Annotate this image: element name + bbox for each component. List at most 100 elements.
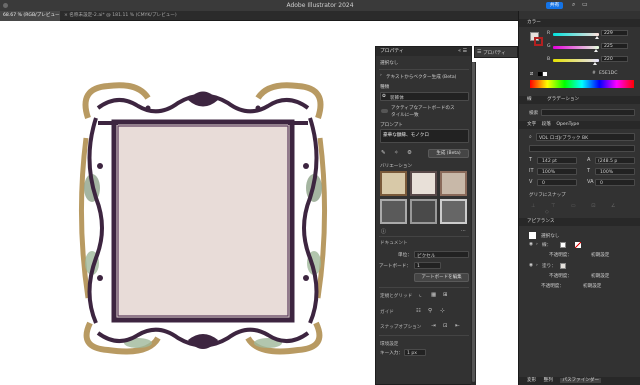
search-icon[interactable]: ⌕ [572, 1, 575, 9]
eye-icon[interactable]: ◉ [529, 242, 533, 247]
color-panel-header: カラー [519, 19, 640, 27]
properties-scroll-thumb[interactable] [472, 62, 475, 382]
r-slider-thumb[interactable] [595, 36, 599, 39]
properties-panel-title: プロパティ [376, 47, 471, 56]
settings-icon[interactable]: ⚙ [407, 150, 412, 156]
ornate-frame-artwork[interactable] [78, 78, 328, 358]
match-artboard-label-2: タイルに一致 [391, 113, 419, 118]
stroke-swatch[interactable] [534, 37, 543, 46]
b-input[interactable]: 220 [601, 56, 628, 62]
preferences-label: 環境設定 [380, 342, 399, 347]
generate-button[interactable]: 生成 (Beta) [428, 149, 469, 158]
tab-document-1[interactable]: 68.67 % (RGB/プレビュー) [0, 11, 60, 21]
font-style-dropdown[interactable] [529, 145, 635, 152]
snap-proximity-icon[interactable]: ⊡ [591, 203, 595, 209]
tab-transform[interactable]: 変形 [527, 378, 536, 383]
ruler-icon[interactable]: ⌞ [419, 292, 422, 298]
tracking-input[interactable]: 0 [595, 179, 635, 186]
guides-lock-icon[interactable]: ⚲ [428, 308, 432, 314]
snap-point-icon[interactable]: ⇥ [431, 323, 436, 329]
match-artboard-toggle[interactable] [381, 109, 388, 113]
snap-options-label: スナップオプション [380, 325, 422, 330]
artboard-dropdown[interactable]: 1 [414, 262, 441, 269]
guides-label: ガイド [380, 310, 394, 315]
white-swatch[interactable] [543, 72, 547, 76]
smart-guides-icon[interactable]: ⊹ [440, 308, 445, 314]
eye-icon[interactable]: ◉ [529, 263, 533, 268]
glyph-snap-buttons: ⊥ ⊤ ▭ ⊡ ∠ ◇ [531, 203, 631, 215]
chevron-down-icon[interactable]: › [380, 73, 382, 78]
more-icon[interactable]: ⋯ [461, 228, 466, 234]
appearance-fill-swatch[interactable] [560, 263, 566, 269]
opacity3-value[interactable]: 初期設定 [583, 283, 601, 289]
secondary-properties-tab[interactable]: ☰ プロパティ [474, 46, 518, 58]
opacity2-value[interactable]: 初期設定 [591, 273, 609, 279]
info-icon[interactable]: ⓘ [381, 228, 386, 235]
variation-thumbnail[interactable] [440, 171, 467, 196]
r-slider[interactable] [553, 33, 599, 36]
leading-input[interactable]: (248.5 p [595, 157, 635, 164]
g-slider[interactable] [553, 46, 599, 49]
vertical-scale-input[interactable]: 100% [537, 168, 577, 175]
tab-stroke[interactable]: 線 [527, 97, 532, 102]
rulers-grids-label: 定規とグリッド [380, 294, 413, 299]
g-slider-thumb[interactable] [594, 49, 598, 52]
font-family-dropdown[interactable]: VDL ロゴJrブラック BK [536, 133, 635, 141]
grid-icon[interactable]: ▦ [431, 292, 436, 298]
font-size-icon: T [529, 157, 533, 163]
tab-paragraph[interactable]: 段落 [542, 122, 551, 127]
char-search-field[interactable] [541, 109, 635, 116]
b-slider-thumb[interactable] [593, 62, 597, 65]
horizontal-scale-input[interactable]: 100% [595, 168, 635, 175]
kerning-input[interactable]: 0 [537, 179, 577, 186]
variation-thumbnail[interactable] [410, 171, 437, 196]
black-swatch[interactable] [538, 72, 542, 76]
hex-value[interactable]: E5E1DC [599, 71, 617, 76]
none-swatch-icon[interactable]: ⧄ [530, 71, 533, 77]
share-button[interactable]: 共有 [546, 2, 563, 9]
collapse-icon[interactable]: « ☰ [458, 48, 467, 54]
search-icon[interactable]: ⌕ [529, 134, 532, 140]
disclosure-icon[interactable]: › [536, 263, 538, 268]
snap-xheight-icon[interactable]: ⊤ [551, 203, 555, 209]
type-dropdown[interactable]: ✿ 装飾体 [380, 92, 469, 101]
app-title: Adobe Illustrator 2024 [286, 2, 354, 9]
tab-character[interactable]: 文字 [527, 122, 536, 127]
g-input[interactable]: 225 [601, 43, 628, 49]
pixel-grid-icon[interactable]: ⊞ [443, 292, 448, 298]
snap-glyph-bounds-icon[interactable]: ▭ [571, 203, 576, 209]
key-increment-input[interactable]: 1 px [404, 349, 426, 356]
snap-glyph-icon[interactable]: ⇤ [455, 323, 460, 329]
unit-dropdown[interactable]: ピクセル [414, 251, 469, 259]
edit-artboard-button[interactable]: アートボードを編集 [414, 273, 469, 282]
opacity1-value[interactable]: 初期設定 [591, 252, 609, 258]
bottom-tabs: 変形 整列 パスファインダー [519, 377, 640, 385]
variation-thumbnail[interactable] [440, 199, 467, 224]
appearance-stroke-none[interactable] [575, 242, 581, 248]
workspace-icon[interactable]: ▭ [582, 1, 588, 8]
snap-anchor-icon[interactable]: ◇ [545, 209, 549, 215]
font-size-input[interactable]: 142 pt [537, 157, 577, 164]
horizontal-scale-icon: T [587, 168, 591, 174]
guides-show-icon[interactable]: ☷ [416, 308, 421, 314]
snap-angular-icon[interactable]: ∠ [611, 203, 615, 209]
color-spectrum[interactable] [530, 80, 634, 88]
text-to-vector-header[interactable]: テキストからベクター生成 (Beta) [386, 74, 456, 80]
prompt-input[interactable]: 豪華な額縁、モノクロ [380, 129, 469, 143]
snap-pixel-icon[interactable]: ⊡ [443, 323, 448, 329]
tab-document-2[interactable]: × 名称未設定-2.ai* @ 181.11 % (CMYK/プレビュー) [61, 11, 241, 21]
variation-thumbnail[interactable] [380, 199, 407, 224]
snap-baseline-icon[interactable]: ⊥ [531, 203, 535, 209]
tab-gradient[interactable]: グラデーション [547, 97, 579, 102]
tab-pathfinder[interactable]: パスファインダー [560, 378, 602, 383]
variation-thumbnail[interactable] [410, 199, 437, 224]
appearance-stroke-swatch[interactable] [560, 242, 566, 248]
tab-opentype[interactable]: OpenType [556, 122, 579, 127]
disclosure-icon[interactable]: › [536, 242, 538, 247]
r-input[interactable]: 229 [601, 30, 628, 36]
lasso-icon[interactable]: ✎ [381, 150, 386, 156]
bulb-icon[interactable]: ✧ [394, 150, 399, 156]
char-search-label: 検索 [529, 111, 539, 116]
variation-thumbnail[interactable] [380, 171, 407, 196]
tab-align[interactable]: 整列 [544, 378, 553, 383]
